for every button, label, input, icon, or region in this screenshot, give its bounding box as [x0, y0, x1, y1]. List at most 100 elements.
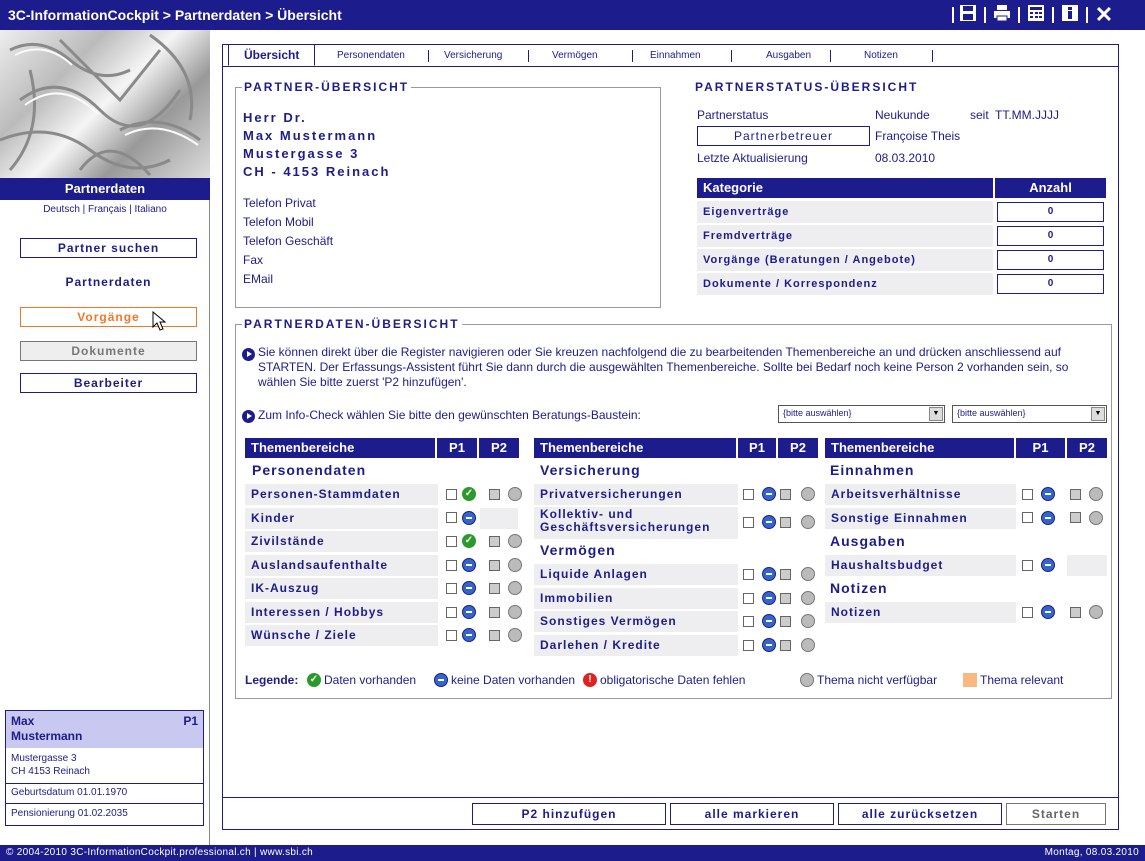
count-value[interactable]: 0 — [997, 226, 1104, 246]
footer: © 2004-2010 3C-InformationCockpit.profes… — [0, 845, 1145, 861]
p1-checkbox[interactable] — [446, 630, 457, 641]
advice-module-select-2[interactable]: {bitte auswählen} ▼ — [952, 405, 1107, 423]
info-text: Sie können direkt über die Register navi… — [258, 345, 1069, 389]
card-street: Mustergasse 3 — [11, 753, 77, 764]
count-value[interactable]: 0 — [997, 202, 1104, 222]
tab-versicherung[interactable]: Versicherung — [444, 50, 502, 61]
topic-row[interactable]: Wünsche / Ziele — [245, 625, 438, 646]
p2-checkbox — [780, 569, 791, 580]
p1-checkbox[interactable] — [743, 640, 754, 651]
topic-row[interactable]: Privatversicherungen — [534, 484, 738, 505]
unavailable-icon — [508, 581, 522, 595]
check-ok-icon: ✓ — [462, 534, 476, 548]
tab-separator — [731, 50, 732, 62]
p2-checkbox — [1070, 489, 1081, 500]
topic-row[interactable]: Darlehen / Kredite — [534, 635, 738, 656]
topic-row[interactable]: Kinder — [245, 508, 438, 529]
reset-all-button[interactable]: alle zurücksetzen — [838, 803, 1002, 825]
p1-checkbox[interactable] — [1022, 560, 1033, 571]
card-birthdate: Geburtsdatum 01.01.1970 — [11, 787, 128, 798]
topic-row[interactable]: Notizen — [825, 602, 1016, 623]
chevron-down-icon: ▼ — [1091, 407, 1105, 421]
no-data-icon — [462, 511, 476, 525]
p1-checkbox[interactable] — [446, 536, 457, 547]
sidebar-item-bearbeiter[interactable]: Bearbeiter — [20, 373, 197, 393]
sidebar-item-vorgaenge[interactable]: Vorgänge — [20, 307, 197, 327]
tab-vermoegen[interactable]: Vermögen — [552, 50, 598, 61]
topic-row[interactable]: Sonstige Einnahmen — [825, 508, 1016, 529]
partner-advisor-button[interactable]: Partnerbetreuer — [697, 126, 870, 146]
topic-row[interactable]: Auslandsaufenthalte — [245, 555, 438, 576]
p1-header: P1 — [437, 438, 477, 458]
info-icon[interactable] — [1060, 4, 1080, 26]
legend-item: keine Daten vorhanden — [451, 673, 576, 687]
calculator-icon[interactable] — [1026, 4, 1046, 26]
tab-separator — [830, 50, 831, 62]
count-value[interactable]: 0 — [997, 274, 1104, 294]
partner-name: Max Mustermann — [243, 128, 378, 143]
no-data-icon — [762, 638, 776, 652]
tab-notizen[interactable]: Notizen — [864, 50, 898, 61]
topic-row[interactable]: Kollektiv- und Geschäftsversicherungen — [534, 507, 738, 539]
p2-checkbox — [780, 616, 791, 627]
advice-module-select[interactable]: {bitte auswählen} ▼ — [778, 405, 945, 423]
group-ausgaben: Ausgaben — [830, 533, 906, 549]
empty-cell — [480, 508, 518, 529]
no-data-icon — [462, 558, 476, 572]
unavailable-icon — [508, 534, 522, 548]
count-value[interactable]: 0 — [997, 250, 1104, 270]
p1-checkbox[interactable] — [1022, 489, 1033, 500]
separator — [984, 7, 986, 23]
separator — [1052, 7, 1054, 23]
start-button[interactable]: Starten — [1006, 803, 1106, 825]
topic-row[interactable]: IK-Auszug — [245, 578, 438, 599]
p1-checkbox[interactable] — [743, 569, 754, 580]
tab-separator — [528, 50, 529, 62]
tab-einnahmen[interactable]: Einnahmen — [650, 50, 701, 61]
p1-checkbox[interactable] — [743, 517, 754, 528]
no-data-icon — [462, 628, 476, 642]
p1-checkbox[interactable] — [1022, 607, 1033, 618]
partner-salutation: Herr Dr. — [243, 110, 307, 125]
p1-checkbox[interactable] — [446, 512, 457, 523]
sidebar-item-partnerdaten[interactable]: Partnerdaten — [20, 275, 197, 289]
topic-row[interactable]: Sonstiges Vermögen — [534, 611, 738, 632]
p1-checkbox[interactable] — [743, 616, 754, 627]
p1-checkbox[interactable] — [1022, 512, 1033, 523]
p1-checkbox[interactable] — [446, 560, 457, 571]
topic-row[interactable]: Zivilstände — [245, 531, 438, 552]
save-icon[interactable] — [958, 4, 978, 26]
print-icon[interactable] — [992, 4, 1012, 26]
topic-row[interactable]: Liquide Anlagen — [534, 564, 738, 585]
p2-checkbox — [780, 640, 791, 651]
legend-item: Thema relevant — [980, 673, 1064, 687]
partner-street: Mustergasse 3 — [243, 146, 360, 161]
topic-row[interactable]: Haushaltsbudget — [825, 555, 1016, 576]
tab-uebersicht[interactable]: Übersicht — [228, 44, 316, 66]
p1-checkbox[interactable] — [743, 593, 754, 604]
p1-checkbox[interactable] — [743, 489, 754, 500]
p1-checkbox[interactable] — [446, 583, 457, 594]
add-p2-button[interactable]: P2 hinzufügen — [472, 803, 666, 825]
p1-checkbox[interactable] — [446, 489, 457, 500]
topic-row[interactable]: Interessen / Hobbys — [245, 602, 438, 623]
partner-search-button[interactable]: Partner suchen — [20, 238, 197, 258]
tab-ausgaben[interactable]: Ausgaben — [766, 50, 811, 61]
language-switcher[interactable]: Deutsch | Français | Italiano — [0, 204, 210, 215]
tab-personendaten[interactable]: Personendaten — [337, 50, 405, 61]
category-row: Vorgänge (Beratungen / Angebote) — [697, 249, 993, 271]
sidebar-item-dokumente[interactable]: Dokumente — [20, 341, 197, 361]
mark-all-button[interactable]: alle markieren — [670, 803, 834, 825]
contact-phone-private: Telefon Privat — [243, 196, 316, 210]
unavailable-icon — [801, 487, 815, 501]
close-icon[interactable]: ✕ — [1094, 4, 1114, 26]
partner-card[interactable]: Max Mustermann P1 Mustergasse 3 CH 4153 … — [5, 710, 204, 826]
copyright-text: © 2004-2010 3C-InformationCockpit.profes… — [6, 847, 314, 858]
legend-item: obligatorische Daten fehlen — [600, 673, 746, 687]
p1-checkbox[interactable] — [446, 607, 457, 618]
topic-row[interactable]: Arbeitsverhältnisse — [825, 484, 1016, 505]
p2-checkbox — [780, 593, 791, 604]
contact-fax: Fax — [243, 253, 264, 267]
topic-row[interactable]: Personen-Stammdaten — [245, 484, 438, 505]
topic-row[interactable]: Immobilien — [534, 588, 738, 609]
